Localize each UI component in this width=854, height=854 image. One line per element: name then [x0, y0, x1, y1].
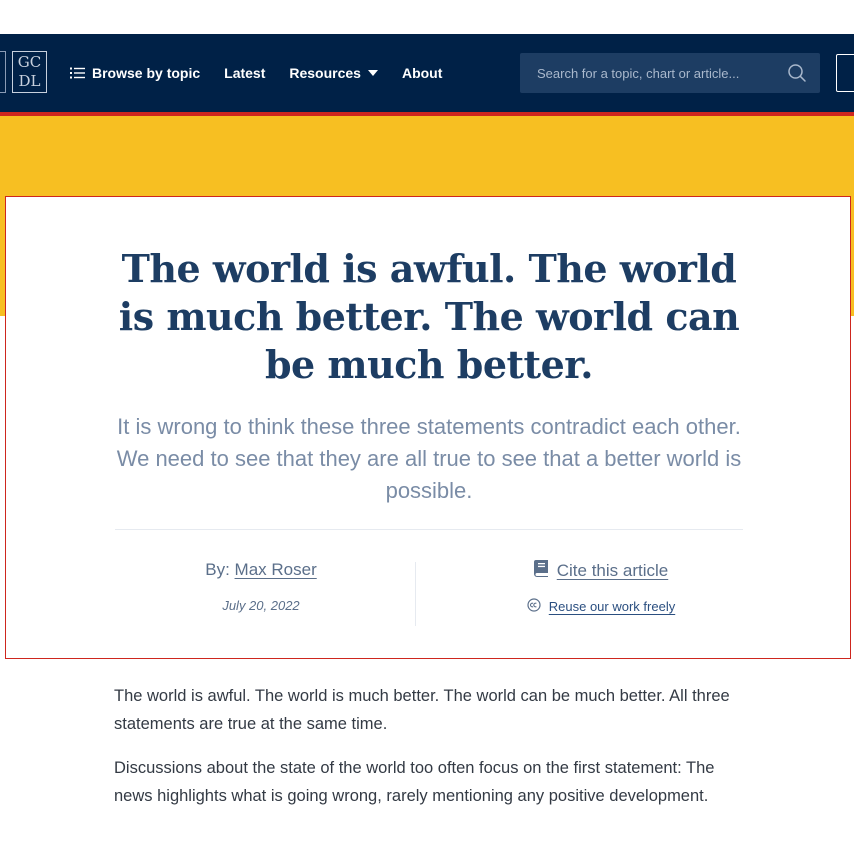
latest-link[interactable]: Latest: [224, 65, 265, 81]
about-link[interactable]: About: [402, 65, 442, 81]
body-paragraph: The world is awful. The world is much be…: [114, 687, 730, 733]
latest-label: Latest: [224, 65, 266, 81]
page: GC DL Browse by topic Latest Resources A…: [0, 0, 854, 854]
reuse-work-link[interactable]: Reuse our work freely: [436, 598, 766, 615]
body-paragraph: Discussions about the state of the world…: [114, 759, 715, 805]
about-label: About: [401, 65, 443, 81]
byline: By: Max Roser: [116, 560, 406, 580]
donate-button[interactable]: [836, 54, 854, 92]
resources-label: Resources: [289, 65, 361, 81]
search-icon[interactable]: [787, 63, 807, 83]
article-subtitle: It is wrong to think these three stateme…: [116, 414, 742, 503]
site-logo[interactable]: GC DL: [0, 51, 47, 93]
byline-prefix: By:: [205, 560, 230, 579]
book-icon: [533, 560, 549, 582]
logo-text-line-2: DL: [18, 72, 41, 90]
cite-label: Cite this article: [556, 561, 669, 580]
author-link[interactable]: Max Roser: [235, 560, 317, 579]
reuse-label: Reuse our work freely: [548, 599, 676, 614]
article-title: The world is awful. The world is much be…: [118, 246, 740, 387]
logo-mark: GC DL: [12, 51, 47, 93]
primary-nav: Browse by topic Latest Resources About: [70, 34, 466, 112]
browse-by-topic-label: Browse by topic: [92, 65, 201, 81]
article-body: The world is awful. The world is much be…: [114, 682, 744, 826]
search-box: [520, 53, 820, 93]
logo-text-line-1: GC: [17, 53, 42, 71]
cite-article-link[interactable]: Cite this article: [436, 560, 766, 582]
header-divider: [115, 529, 743, 530]
creative-commons-icon: [527, 598, 541, 615]
resources-menu[interactable]: Resources: [289, 65, 378, 81]
search-input[interactable]: [520, 53, 780, 93]
logo-fragment: [0, 51, 6, 93]
list-icon: [70, 67, 85, 79]
caret-down-icon: [367, 70, 378, 76]
browse-by-topic-button[interactable]: Browse by topic: [70, 65, 200, 81]
article-header: The world is awful. The world is much be…: [5, 196, 851, 659]
byline-divider: [415, 562, 416, 626]
publication-date: July 20, 2022: [222, 598, 300, 613]
site-navbar: GC DL Browse by topic Latest Resources A…: [0, 34, 854, 112]
